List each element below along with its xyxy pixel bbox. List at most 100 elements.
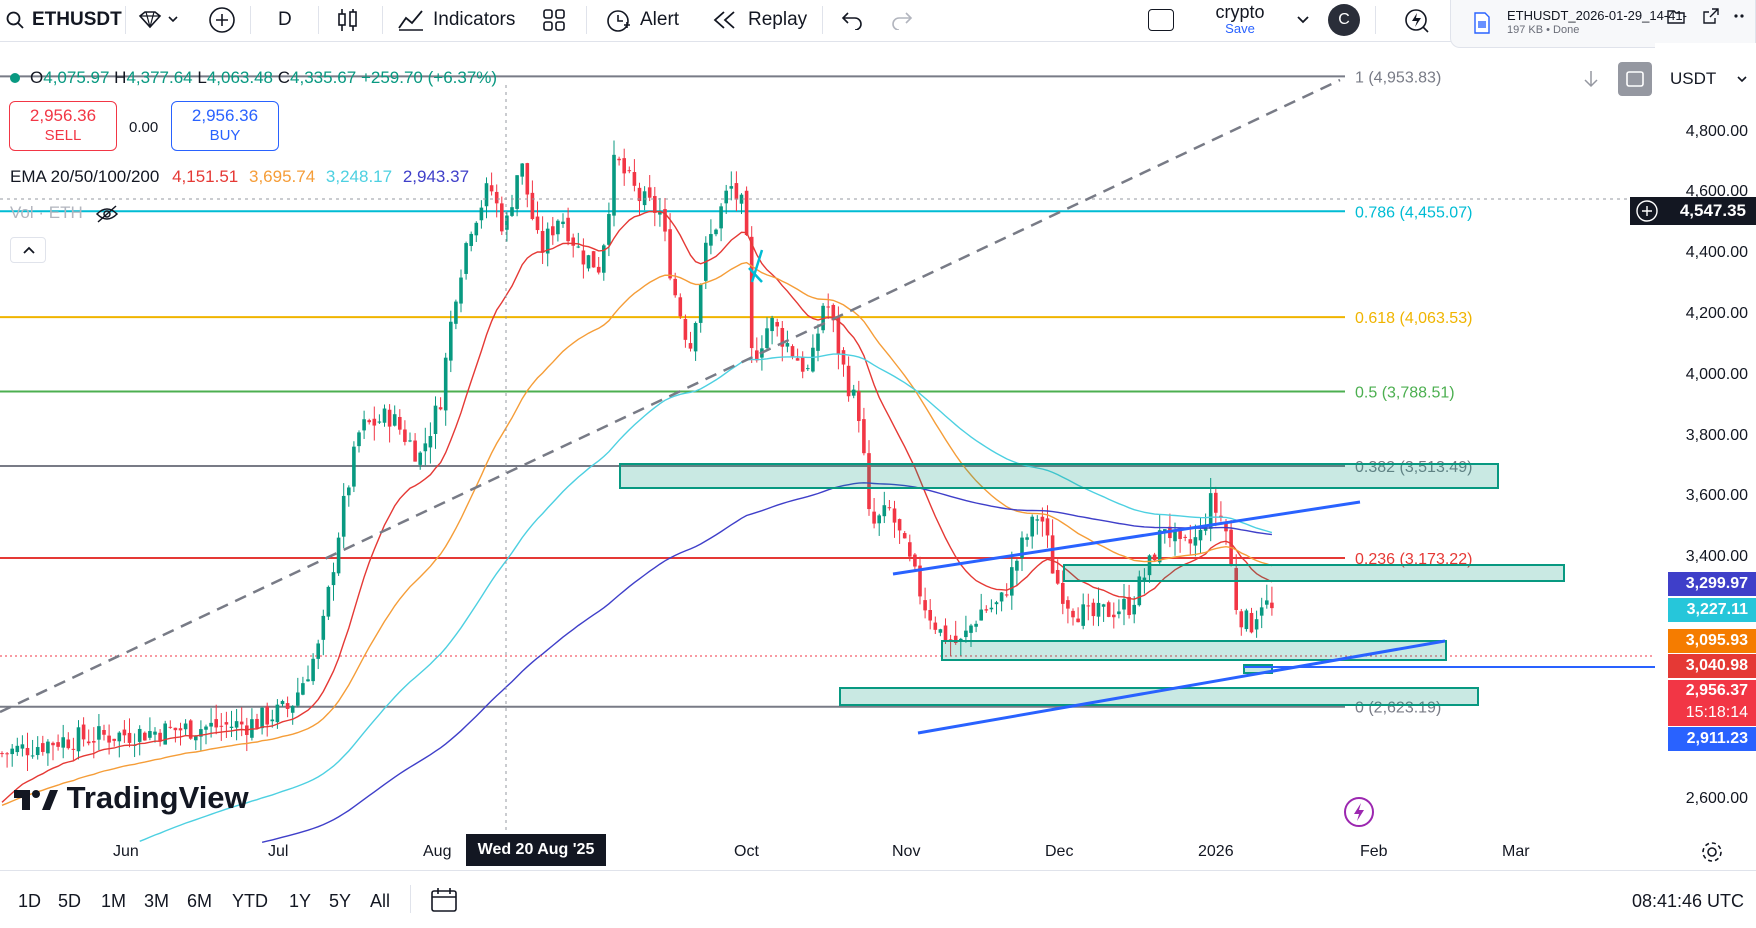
collapse-legend-button[interactable] bbox=[10, 237, 46, 263]
app-window: ETHUSDT D Indicators Alert Replay crypto… bbox=[0, 0, 1756, 928]
buy-price: 2,956.36 bbox=[191, 106, 259, 125]
chart-settings-button[interactable] bbox=[1700, 840, 1724, 869]
candle-body bbox=[525, 163, 530, 195]
arrow-down-icon bbox=[1584, 71, 1598, 88]
ema-legend[interactable]: EMA 20/50/100/200 4,151.51 3,695.74 3,24… bbox=[10, 167, 469, 187]
screenshot-button[interactable] bbox=[1618, 62, 1652, 96]
lightning-badge[interactable] bbox=[1344, 797, 1374, 827]
candle-body bbox=[770, 318, 774, 332]
candle-body bbox=[851, 389, 856, 396]
range-5d[interactable]: 5D bbox=[58, 891, 81, 912]
range-1m[interactable]: 1M bbox=[101, 891, 126, 912]
candle-body bbox=[999, 592, 1004, 602]
candle-body bbox=[1040, 516, 1045, 522]
low-label: L bbox=[197, 68, 207, 87]
open-label: O bbox=[30, 68, 44, 87]
range-ytd[interactable]: YTD bbox=[232, 891, 268, 912]
range-all[interactable]: All bbox=[370, 891, 390, 912]
candle-body bbox=[1106, 602, 1111, 617]
sell-button[interactable]: 2,956.36 SELL bbox=[9, 101, 117, 151]
candle-body bbox=[877, 515, 881, 524]
support-resistance-zone bbox=[941, 640, 1447, 661]
volume-legend[interactable]: Vol · ETH bbox=[10, 203, 119, 224]
candle-body bbox=[260, 707, 264, 729]
candle-body bbox=[510, 207, 514, 216]
candle-body bbox=[744, 190, 749, 236]
candle-body bbox=[117, 732, 122, 742]
ema20-price-tag: 3,040.98 bbox=[1668, 654, 1756, 678]
currency-select[interactable]: USDT bbox=[1660, 62, 1756, 96]
candle-body bbox=[556, 220, 560, 235]
candle-body bbox=[1030, 516, 1034, 537]
candle-body bbox=[806, 368, 810, 370]
last-price: 2,956.37 bbox=[1685, 682, 1748, 699]
candle-body bbox=[729, 186, 734, 189]
candle-body bbox=[423, 443, 428, 452]
candle-body bbox=[1183, 536, 1187, 538]
range-1d[interactable]: 1D bbox=[18, 891, 41, 912]
candle-body bbox=[1081, 604, 1085, 626]
ema100-line bbox=[139, 353, 1273, 842]
candle-body bbox=[127, 732, 132, 743]
zone-price-tag: 3,227.11 bbox=[1668, 598, 1756, 622]
candle-body bbox=[239, 721, 244, 725]
candle-body bbox=[571, 237, 575, 246]
candle-body bbox=[933, 622, 938, 630]
candle-body bbox=[1015, 560, 1019, 571]
candle-body bbox=[586, 255, 591, 269]
candle-body bbox=[1132, 604, 1136, 615]
range-6m[interactable]: 6M bbox=[187, 891, 212, 912]
candle-body bbox=[1188, 539, 1193, 544]
scroll-down-button[interactable] bbox=[1578, 66, 1604, 92]
candle-body bbox=[928, 610, 932, 621]
candle-body bbox=[25, 747, 30, 756]
candle-body bbox=[1010, 567, 1014, 596]
candle-body bbox=[596, 266, 601, 273]
candle-body bbox=[576, 246, 581, 248]
candle-body bbox=[591, 251, 596, 268]
candle-body bbox=[301, 683, 305, 695]
tradingview-wordmark: TradingView bbox=[66, 780, 249, 815]
candle-body bbox=[1086, 605, 1091, 607]
candle-body bbox=[290, 706, 295, 713]
chevron-up-icon bbox=[23, 246, 35, 254]
candle-body bbox=[275, 704, 280, 723]
candle-body bbox=[153, 731, 157, 735]
utc-clock[interactable]: 08:41:46 UTC bbox=[1632, 891, 1744, 912]
candle-body bbox=[265, 706, 269, 725]
buy-button[interactable]: 2,956.36 BUY bbox=[171, 101, 279, 151]
candle-body bbox=[479, 207, 484, 221]
close-value: 4,335.67 bbox=[290, 68, 357, 87]
candle-body bbox=[454, 301, 458, 324]
candle-body bbox=[969, 625, 973, 633]
candle-body bbox=[734, 183, 739, 200]
high-value: 4,377.64 bbox=[126, 68, 193, 87]
candle-body bbox=[500, 203, 504, 232]
range-1y[interactable]: 1Y bbox=[289, 891, 311, 912]
candle-body bbox=[1045, 518, 1050, 536]
candle-body bbox=[724, 190, 728, 204]
time-tick: Aug bbox=[423, 843, 452, 860]
candle-body bbox=[1178, 530, 1182, 539]
candle-body bbox=[224, 722, 229, 725]
candle-body bbox=[56, 742, 60, 747]
candle-body bbox=[1259, 607, 1264, 616]
candle-body bbox=[398, 416, 402, 430]
candle-body bbox=[668, 229, 672, 279]
candle-body bbox=[474, 222, 479, 236]
candle-body bbox=[841, 350, 846, 365]
go-to-date-button[interactable] bbox=[430, 887, 458, 918]
range-5y[interactable]: 5Y bbox=[329, 891, 351, 912]
candle-body bbox=[974, 623, 978, 627]
candle-body bbox=[902, 533, 907, 539]
range-3m[interactable]: 3M bbox=[144, 891, 169, 912]
eye-hidden-icon[interactable] bbox=[95, 204, 119, 224]
candle-body bbox=[173, 727, 178, 731]
price-tick: 4,400.00 bbox=[1685, 244, 1748, 261]
add-plus-icon[interactable] bbox=[1634, 198, 1660, 224]
candle-body bbox=[627, 170, 632, 172]
candle-body bbox=[617, 158, 621, 161]
candle-body bbox=[811, 347, 815, 372]
candle-body bbox=[464, 243, 468, 274]
channel-upper-line bbox=[892, 500, 1361, 576]
